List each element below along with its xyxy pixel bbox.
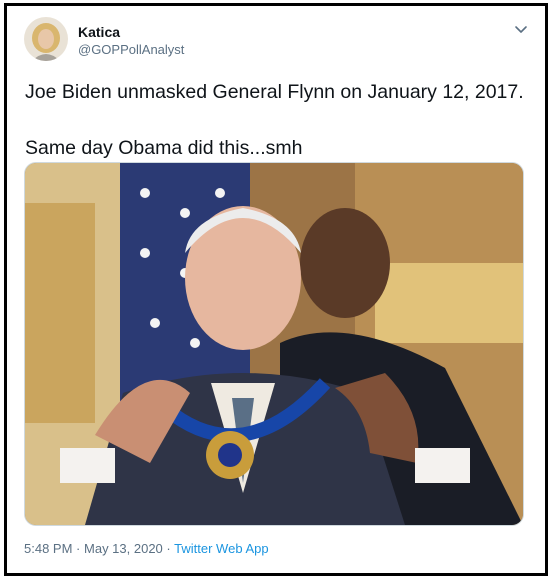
chevron-down-icon[interactable]: [513, 21, 529, 37]
avatar[interactable]: [24, 17, 68, 61]
tweet-date[interactable]: May 13, 2020: [84, 541, 163, 556]
tweet-line: Joe Biden unmasked General Flynn on Janu…: [25, 81, 524, 103]
author-name[interactable]: Katica: [78, 24, 120, 40]
meta-separator: ·: [76, 541, 81, 556]
tweet-text: Joe Biden unmasked General Flynn on Janu…: [25, 78, 533, 162]
tweet-photo[interactable]: [24, 162, 524, 526]
author-handle[interactable]: @GOPPollAnalyst: [78, 42, 184, 57]
meta-separator: ·: [166, 541, 171, 556]
tweet-line: Same day Obama did this...smh: [25, 137, 303, 159]
tweet-meta: 5:48 PM · May 13, 2020 · Twitter Web App: [24, 541, 269, 556]
photo-illustration: [25, 163, 523, 525]
tweet-time[interactable]: 5:48 PM: [24, 541, 72, 556]
tweet-card: Katica @GOPPollAnalyst Joe Biden unmaske…: [4, 3, 548, 576]
tweet-source-app[interactable]: Twitter Web App: [174, 541, 268, 556]
